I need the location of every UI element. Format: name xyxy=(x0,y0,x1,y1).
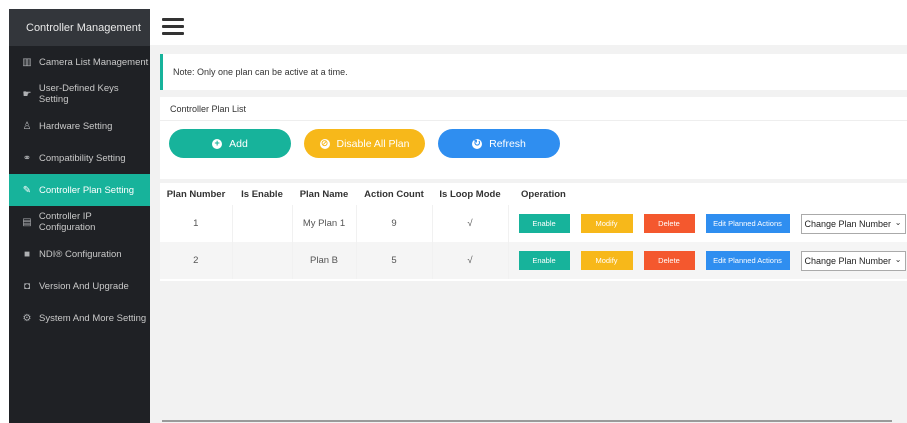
sidebar-item-controller-plan[interactable]: ✎ Controller Plan Setting xyxy=(9,174,150,206)
col-is-enable: Is Enable xyxy=(241,188,283,200)
note-banner: Note: Only one plan can be active at a t… xyxy=(160,54,907,90)
enable-button[interactable]: Enable xyxy=(518,251,570,270)
hand-pointer-icon: ☛ xyxy=(22,88,32,100)
col-plan-name: Plan Name xyxy=(299,188,349,200)
refresh-button[interactable]: ↻ Refresh xyxy=(438,129,560,158)
chevron-down-icon: ⌄ xyxy=(894,217,902,227)
delete-button[interactable]: Delete xyxy=(643,214,695,233)
cell-is-loop-mode: √ xyxy=(432,205,509,242)
action-buttons: + Add ⊘ Disable All Plan ↻ Refresh xyxy=(169,129,573,158)
edit-planned-actions-button[interactable]: Edit Planned Actions xyxy=(705,251,790,270)
sidebar-item-label: System And More Setting xyxy=(39,312,147,324)
compatibility-icon: ⚭ xyxy=(22,152,32,164)
hardware-icon: ♙ xyxy=(22,120,32,132)
edit-icon: ✎ xyxy=(22,184,32,196)
sidebar-item-camera-list[interactable]: ▥ Camera List Management xyxy=(9,46,150,78)
sidebar-item-controller-ip[interactable]: ▤ Controller IP Configuration xyxy=(9,206,150,238)
ban-icon: ⊘ xyxy=(319,138,330,149)
modify-button[interactable]: Modify xyxy=(580,214,633,233)
hamburger-menu-icon[interactable] xyxy=(162,18,184,36)
cell-plan-name: Plan B xyxy=(292,242,357,279)
sidebar: Controller Management ▥ Camera List Mana… xyxy=(9,9,150,423)
cell-operation: Enable Modify Delete Edit Planned Action… xyxy=(508,242,907,279)
cell-operation: Enable Modify Delete Edit Planned Action… xyxy=(508,205,907,242)
disable-all-plan-button[interactable]: ⊘ Disable All Plan xyxy=(304,129,425,158)
sidebar-item-ndi[interactable]: ■ NDI® Configuration xyxy=(9,238,150,270)
sidebar-item-user-defined-keys[interactable]: ☛ User-Defined Keys Setting xyxy=(9,78,150,110)
plus-circle-icon: + xyxy=(212,138,223,149)
sidebar-item-hardware[interactable]: ♙ Hardware Setting xyxy=(9,110,150,142)
ndi-icon: ■ xyxy=(23,248,31,260)
add-button[interactable]: + Add xyxy=(169,129,291,158)
select-value: Change Plan Number xyxy=(804,255,892,266)
top-bar xyxy=(150,9,907,45)
network-icon: ▤ xyxy=(22,216,32,228)
sidebar-item-label: NDI® Configuration xyxy=(39,248,122,260)
camera-list-icon: ▥ xyxy=(22,56,32,68)
col-operation: Operation xyxy=(521,188,566,200)
modify-button[interactable]: Modify xyxy=(580,251,633,270)
sidebar-item-compatibility[interactable]: ⚭ Compatibility Setting xyxy=(9,142,150,174)
sidebar-item-label: Controller IP Configuration xyxy=(38,211,96,233)
gear-icon: ⚙ xyxy=(22,312,32,324)
plan-table: Plan Number Is Enable Plan Name Action C… xyxy=(160,183,907,281)
col-is-loop-mode: Is Loop Mode xyxy=(439,188,501,200)
sidebar-item-label: Hardware Setting xyxy=(39,120,113,132)
cell-plan-number: 2 xyxy=(160,242,233,279)
add-label: Add xyxy=(229,137,248,150)
enable-button[interactable]: Enable xyxy=(518,214,570,233)
panel-title: Controller Plan List xyxy=(160,97,907,121)
horizontal-scrollbar[interactable] xyxy=(162,420,892,422)
table-header-row: Plan Number Is Enable Plan Name Action C… xyxy=(160,183,907,205)
chevron-down-icon: ⌄ xyxy=(894,254,902,264)
refresh-label: Refresh xyxy=(489,137,526,150)
sidebar-item-label: Controller Plan Setting xyxy=(39,184,135,196)
refresh-icon: ↻ xyxy=(472,138,483,149)
disable-all-label: Disable All Plan xyxy=(336,137,410,150)
cell-plan-name: My Plan 1 xyxy=(292,205,357,242)
cell-is-loop-mode: √ xyxy=(432,242,509,279)
select-value: Change Plan Number xyxy=(804,218,892,229)
cell-is-enable xyxy=(232,205,293,242)
sidebar-item-label: Compatibility Setting xyxy=(39,152,126,164)
upgrade-icon: ◘ xyxy=(23,280,31,292)
table-row: 2 Plan B 5 √ Enable Modify Delete Edit P… xyxy=(160,242,907,279)
col-action-count: Action Count xyxy=(364,188,424,200)
table-row: 1 My Plan 1 9 √ Enable Modify Delete Edi… xyxy=(160,205,907,242)
change-plan-number-select[interactable]: Change Plan Number ⌄ xyxy=(800,213,906,234)
cell-plan-number: 1 xyxy=(160,205,233,242)
sidebar-item-system-settings[interactable]: ⚙ System And More Setting xyxy=(9,302,150,334)
delete-button[interactable]: Delete xyxy=(643,251,695,270)
plan-list-panel: Controller Plan List + Add ⊘ Disable All… xyxy=(160,97,907,179)
edit-planned-actions-button[interactable]: Edit Planned Actions xyxy=(705,214,790,233)
sidebar-item-label: Version And Upgrade xyxy=(39,280,129,292)
col-plan-number: Plan Number xyxy=(166,188,226,200)
sidebar-title: Controller Management xyxy=(9,9,150,46)
cell-is-enable xyxy=(232,242,293,279)
sidebar-item-label: User-Defined Keys Setting xyxy=(38,83,119,105)
sidebar-item-version-upgrade[interactable]: ◘ Version And Upgrade xyxy=(9,270,150,302)
main-content: Note: Only one plan can be active at a t… xyxy=(150,9,907,423)
change-plan-number-select[interactable]: Change Plan Number ⌄ xyxy=(800,250,906,271)
cell-action-count: 9 xyxy=(356,205,433,242)
sidebar-item-label: Camera List Management xyxy=(39,56,149,68)
cell-action-count: 5 xyxy=(356,242,433,279)
